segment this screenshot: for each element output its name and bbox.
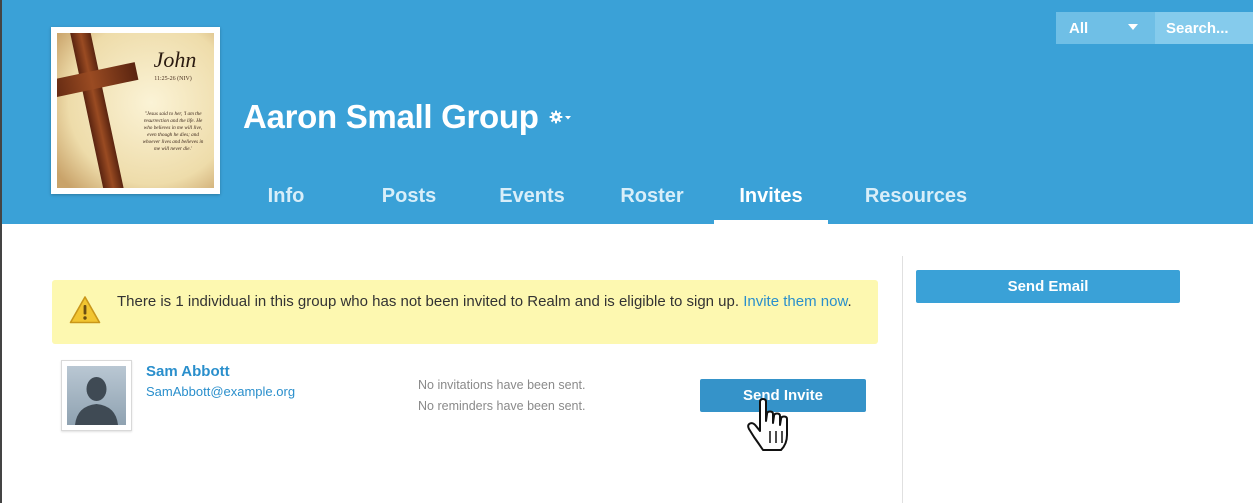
invitation-status: No invitations have been sent. [418,378,586,392]
alert-message: There is 1 individual in this group who … [117,294,857,310]
invite-them-now-link[interactable]: Invite them now [743,293,847,310]
verse-line: whoever lives and believes in [143,139,204,145]
tab-roster[interactable]: Roster [598,170,706,224]
search-scope-label: All [1069,19,1089,37]
verse-line: who believes in me will live, [144,125,203,131]
verse-line: resurrection and the life. He [144,117,203,124]
alert-text: There is 1 individual in this group who … [117,293,744,310]
tab-resources[interactable]: Resources [848,170,984,224]
reminder-status: No reminders have been sent. [418,399,586,413]
eligible-alert: There is 1 individual in this group who … [52,280,878,344]
person-name-link[interactable]: Sam Abbott [146,363,230,380]
group-title: Aaron Small Group [243,95,573,139]
search-scope-dropdown[interactable]: All [1056,12,1155,44]
tab-posts[interactable]: Posts [346,170,472,224]
warning-icon [69,295,101,330]
image-reference-text: 11:25-26 (NIV) [154,75,192,82]
caret-down-icon [1128,24,1138,30]
tab-events[interactable]: Events [472,170,592,224]
group-header: John 11:25-26 (NIV) "Jesus said to her, … [2,0,1253,224]
group-image: John 11:25-26 (NIV) "Jesus said to her, … [51,27,220,194]
verse-line: even though he dies; and [147,132,199,138]
gear-icon[interactable] [549,110,573,124]
search-input[interactable] [1155,12,1253,44]
tab-info[interactable]: Info [248,170,324,224]
verse-line: me will never die.' [154,146,193,152]
page-frame: John 11:25-26 (NIV) "Jesus said to her, … [0,0,1253,503]
tab-invites[interactable]: Invites [714,170,828,224]
cross-scripture-image: John 11:25-26 (NIV) "Jesus said to her, … [57,33,214,188]
avatar[interactable] [61,360,132,431]
image-title-text: John [154,47,197,72]
hand-pointer-cursor-icon [745,398,797,459]
send-email-button[interactable]: Send Email [916,270,1180,303]
alert-suffix: . [847,293,852,310]
sidebar-divider [902,256,903,503]
page-title: Aaron Small Group [243,98,539,135]
person-email-link[interactable]: SamAbbott@example.org [146,384,295,399]
default-avatar-icon [67,366,126,425]
verse-line: "Jesus said to her, 'I am the [144,111,202,117]
